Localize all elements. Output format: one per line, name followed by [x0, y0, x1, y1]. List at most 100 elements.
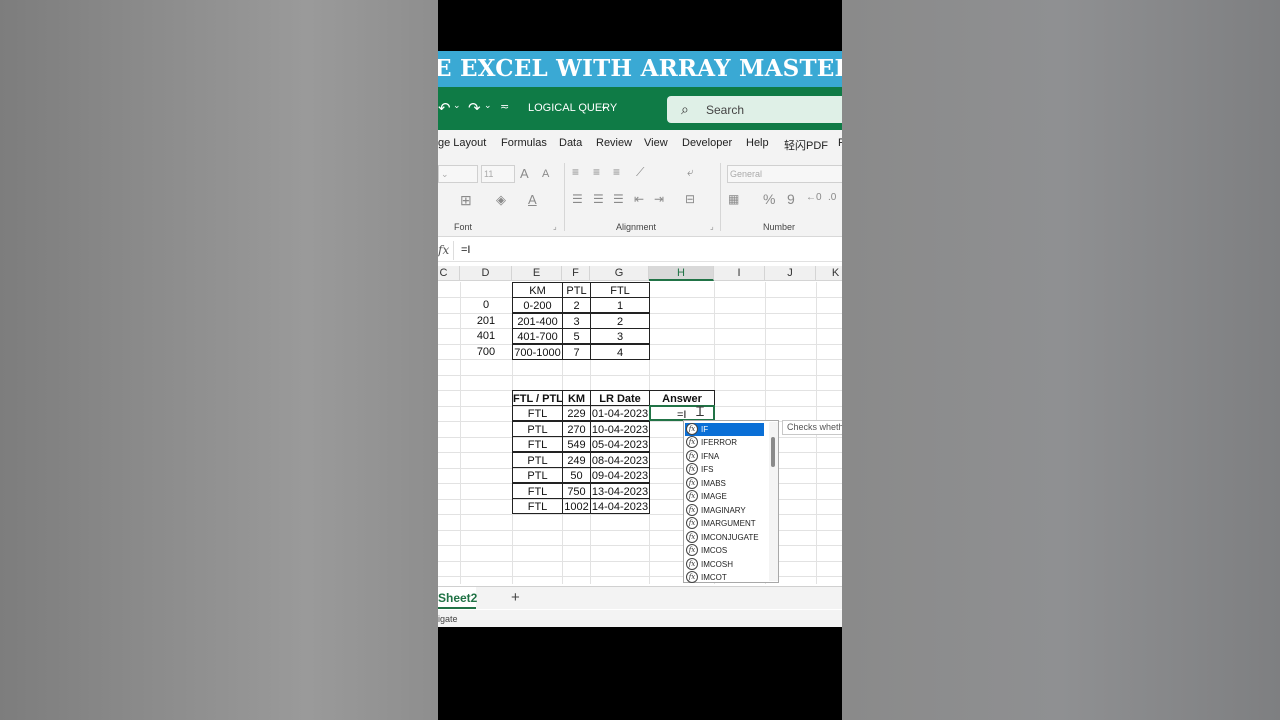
autocomplete-item[interactable]: fx IFNA	[685, 450, 764, 463]
data-cell[interactable]: FTL	[512, 436, 563, 452]
decrease-font-icon[interactable]: A	[542, 168, 549, 180]
lookup-header-ptl[interactable]: PTL	[562, 282, 591, 298]
column-header[interactable]: G	[590, 266, 649, 281]
data-cell[interactable]: 08-04-2023	[590, 452, 650, 468]
autocomplete-item[interactable]: fx IMARGUMENT	[685, 517, 764, 530]
decrease-decimal-icon[interactable]: .0	[828, 192, 836, 203]
data-cell[interactable]: 249	[562, 452, 591, 468]
autocomplete-item[interactable]: fx IMCOT	[685, 571, 764, 584]
font-size-select[interactable]: 11	[481, 165, 515, 183]
tab-developer[interactable]: Developer	[682, 137, 732, 149]
chevron-down-icon[interactable]: ⌄	[453, 100, 461, 111]
function-icon[interactable]: fx	[438, 243, 449, 257]
data-header-km[interactable]: KM	[562, 390, 591, 406]
lookup-from-cell[interactable]: 401	[460, 328, 512, 344]
data-cell[interactable]: 1002	[562, 498, 591, 514]
wrap-text-icon[interactable]: ⤶	[687, 165, 694, 180]
autocomplete-item[interactable]: fx IMCOSH	[685, 558, 764, 571]
lookup-cell[interactable]: 3	[562, 313, 591, 329]
lookup-from-cell[interactable]: 201	[460, 313, 512, 329]
font-name-select[interactable]: ⌄	[438, 165, 478, 183]
fill-color-icon[interactable]: ◈	[496, 192, 506, 208]
percent-icon[interactable]: %	[763, 191, 775, 207]
borders-icon[interactable]: ⊞	[460, 192, 472, 209]
sheet-tab-sheet2[interactable]: Sheet2	[438, 587, 477, 609]
tab-help[interactable]: Help	[746, 137, 769, 149]
column-header[interactable]: C	[438, 266, 460, 281]
increase-decimal-icon[interactable]: ←0	[806, 192, 822, 203]
autocomplete-item[interactable]: fx IMAGINARY	[685, 504, 764, 517]
active-cell-input[interactable]: =I	[649, 405, 715, 421]
undo-icon[interactable]: ↶	[438, 99, 451, 117]
lookup-cell[interactable]: 4	[590, 344, 650, 360]
autocomplete-item[interactable]: fx IFERROR	[685, 436, 764, 449]
lookup-cell[interactable]: 1	[590, 297, 650, 313]
data-cell[interactable]: PTL	[512, 467, 563, 483]
align-right-icon[interactable]: ☰	[613, 192, 624, 206]
data-cell[interactable]: PTL	[512, 452, 563, 468]
lookup-cell[interactable]: 2	[562, 297, 591, 313]
tab-data[interactable]: Data	[559, 137, 582, 149]
lookup-cell[interactable]: 401-700	[512, 328, 563, 344]
data-header-date[interactable]: LR Date	[590, 390, 650, 406]
tab-formulas[interactable]: Formulas	[501, 137, 547, 149]
data-header-type[interactable]: FTL / PTL	[512, 390, 563, 406]
tab-view[interactable]: View	[644, 137, 668, 149]
align-left-icon[interactable]: ☰	[572, 192, 583, 206]
data-cell[interactable]: 09-04-2023	[590, 467, 650, 483]
lookup-from-cell[interactable]: 700	[460, 344, 512, 360]
data-cell[interactable]: 50	[562, 467, 591, 483]
autocomplete-item[interactable]: fx IMCOS	[685, 544, 764, 557]
tab-page-layout[interactable]: ge Layout	[438, 137, 486, 149]
align-top-icon[interactable]: ≡	[572, 165, 579, 179]
font-color-icon[interactable]: A	[528, 192, 537, 207]
chevron-down-icon[interactable]: ⌄	[600, 101, 608, 112]
number-format-select[interactable]: General	[727, 165, 842, 183]
decrease-indent-icon[interactable]: ⇤	[634, 192, 644, 206]
merge-center-icon[interactable]: ⊟	[685, 192, 695, 206]
scrollbar-thumb[interactable]	[771, 437, 775, 467]
data-cell[interactable]: 750	[562, 483, 591, 499]
data-cell[interactable]: 10-04-2023	[590, 421, 650, 437]
tab-more[interactable]: F	[838, 137, 842, 149]
increase-indent-icon[interactable]: ⇥	[654, 192, 664, 206]
column-header[interactable]: D	[460, 266, 512, 281]
autocomplete-item[interactable]: fx IMAGE	[685, 490, 764, 503]
lookup-cell[interactable]: 7	[562, 344, 591, 360]
data-cell[interactable]: 13-04-2023	[590, 483, 650, 499]
data-cell[interactable]: 14-04-2023	[590, 498, 650, 514]
data-cell[interactable]: FTL	[512, 405, 563, 421]
accounting-format-icon[interactable]: ▦	[728, 192, 739, 206]
font-dialog-icon[interactable]: ⌟	[553, 222, 557, 231]
lookup-cell[interactable]: 3	[590, 328, 650, 344]
search-box[interactable]: ⌕ Search	[667, 96, 842, 123]
tab-pdf[interactable]: 轻闪PDF	[784, 137, 828, 153]
comma-style-icon[interactable]: 9	[787, 191, 795, 207]
data-cell[interactable]: PTL	[512, 421, 563, 437]
align-middle-icon[interactable]: ≡	[593, 165, 600, 179]
data-cell[interactable]: 549	[562, 436, 591, 452]
lookup-cell[interactable]: 201-400	[512, 313, 563, 329]
customize-toolbar-icon[interactable]: ≂	[500, 100, 509, 113]
data-cell[interactable]: 270	[562, 421, 591, 437]
chevron-down-icon[interactable]: ⌄	[484, 100, 492, 111]
redo-icon[interactable]: ↷	[468, 99, 481, 117]
lookup-cell[interactable]: 2	[590, 313, 650, 329]
column-header[interactable]: I	[714, 266, 765, 281]
autocomplete-item[interactable]: fx IF	[685, 423, 764, 436]
column-header[interactable]: J	[765, 266, 816, 281]
column-header-active[interactable]: H	[649, 266, 714, 281]
autocomplete-item[interactable]: fx IMABS	[685, 477, 764, 490]
lookup-header-ftl[interactable]: FTL	[590, 282, 650, 298]
data-cell[interactable]: FTL	[512, 483, 563, 499]
lookup-from-cell[interactable]: 0	[460, 297, 512, 313]
function-autocomplete-list[interactable]: fx IF fx IFERROR fx IFNA fx IFS fx IMABS fx IM…	[683, 420, 779, 583]
orientation-icon[interactable]: ⟋	[636, 165, 644, 180]
column-header[interactable]: F	[562, 266, 590, 281]
data-header-answer[interactable]: Answer	[649, 390, 715, 406]
data-cell[interactable]: 05-04-2023	[590, 436, 650, 452]
lookup-cell[interactable]: 700-1000	[512, 344, 563, 360]
formula-input[interactable]: =I	[453, 241, 842, 260]
data-cell[interactable]: 01-04-2023	[590, 405, 650, 421]
lookup-cell[interactable]: 0-200	[512, 297, 563, 313]
